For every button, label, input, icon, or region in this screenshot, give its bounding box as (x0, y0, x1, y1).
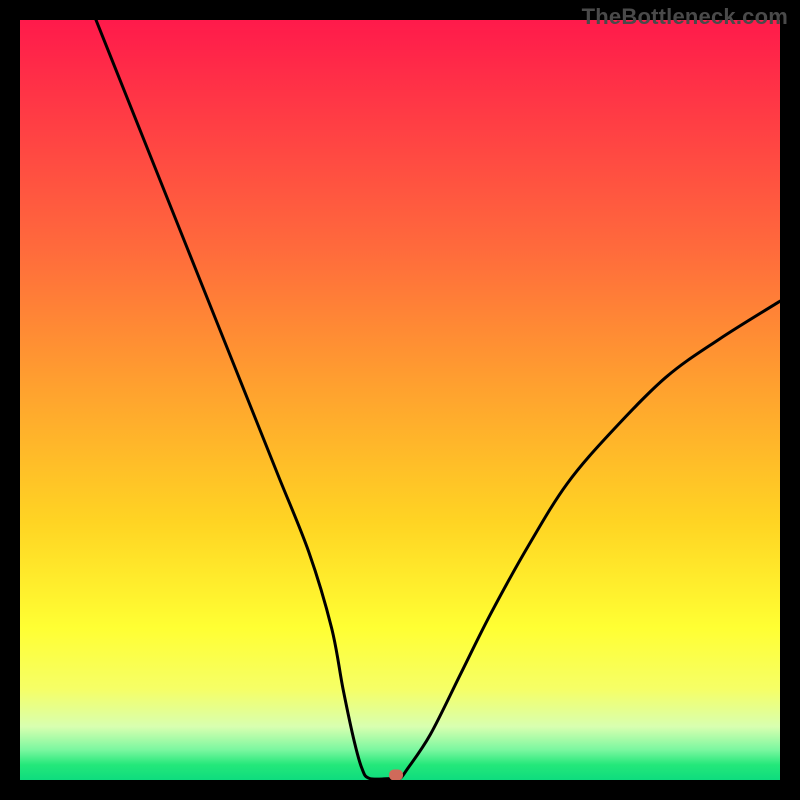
plot-area (20, 20, 780, 780)
optimum-marker (389, 770, 403, 780)
bottleneck-curve (20, 20, 780, 780)
chart-frame: TheBottleneck.com (0, 0, 800, 800)
curve-path (96, 20, 780, 779)
watermark-text: TheBottleneck.com (582, 4, 788, 30)
